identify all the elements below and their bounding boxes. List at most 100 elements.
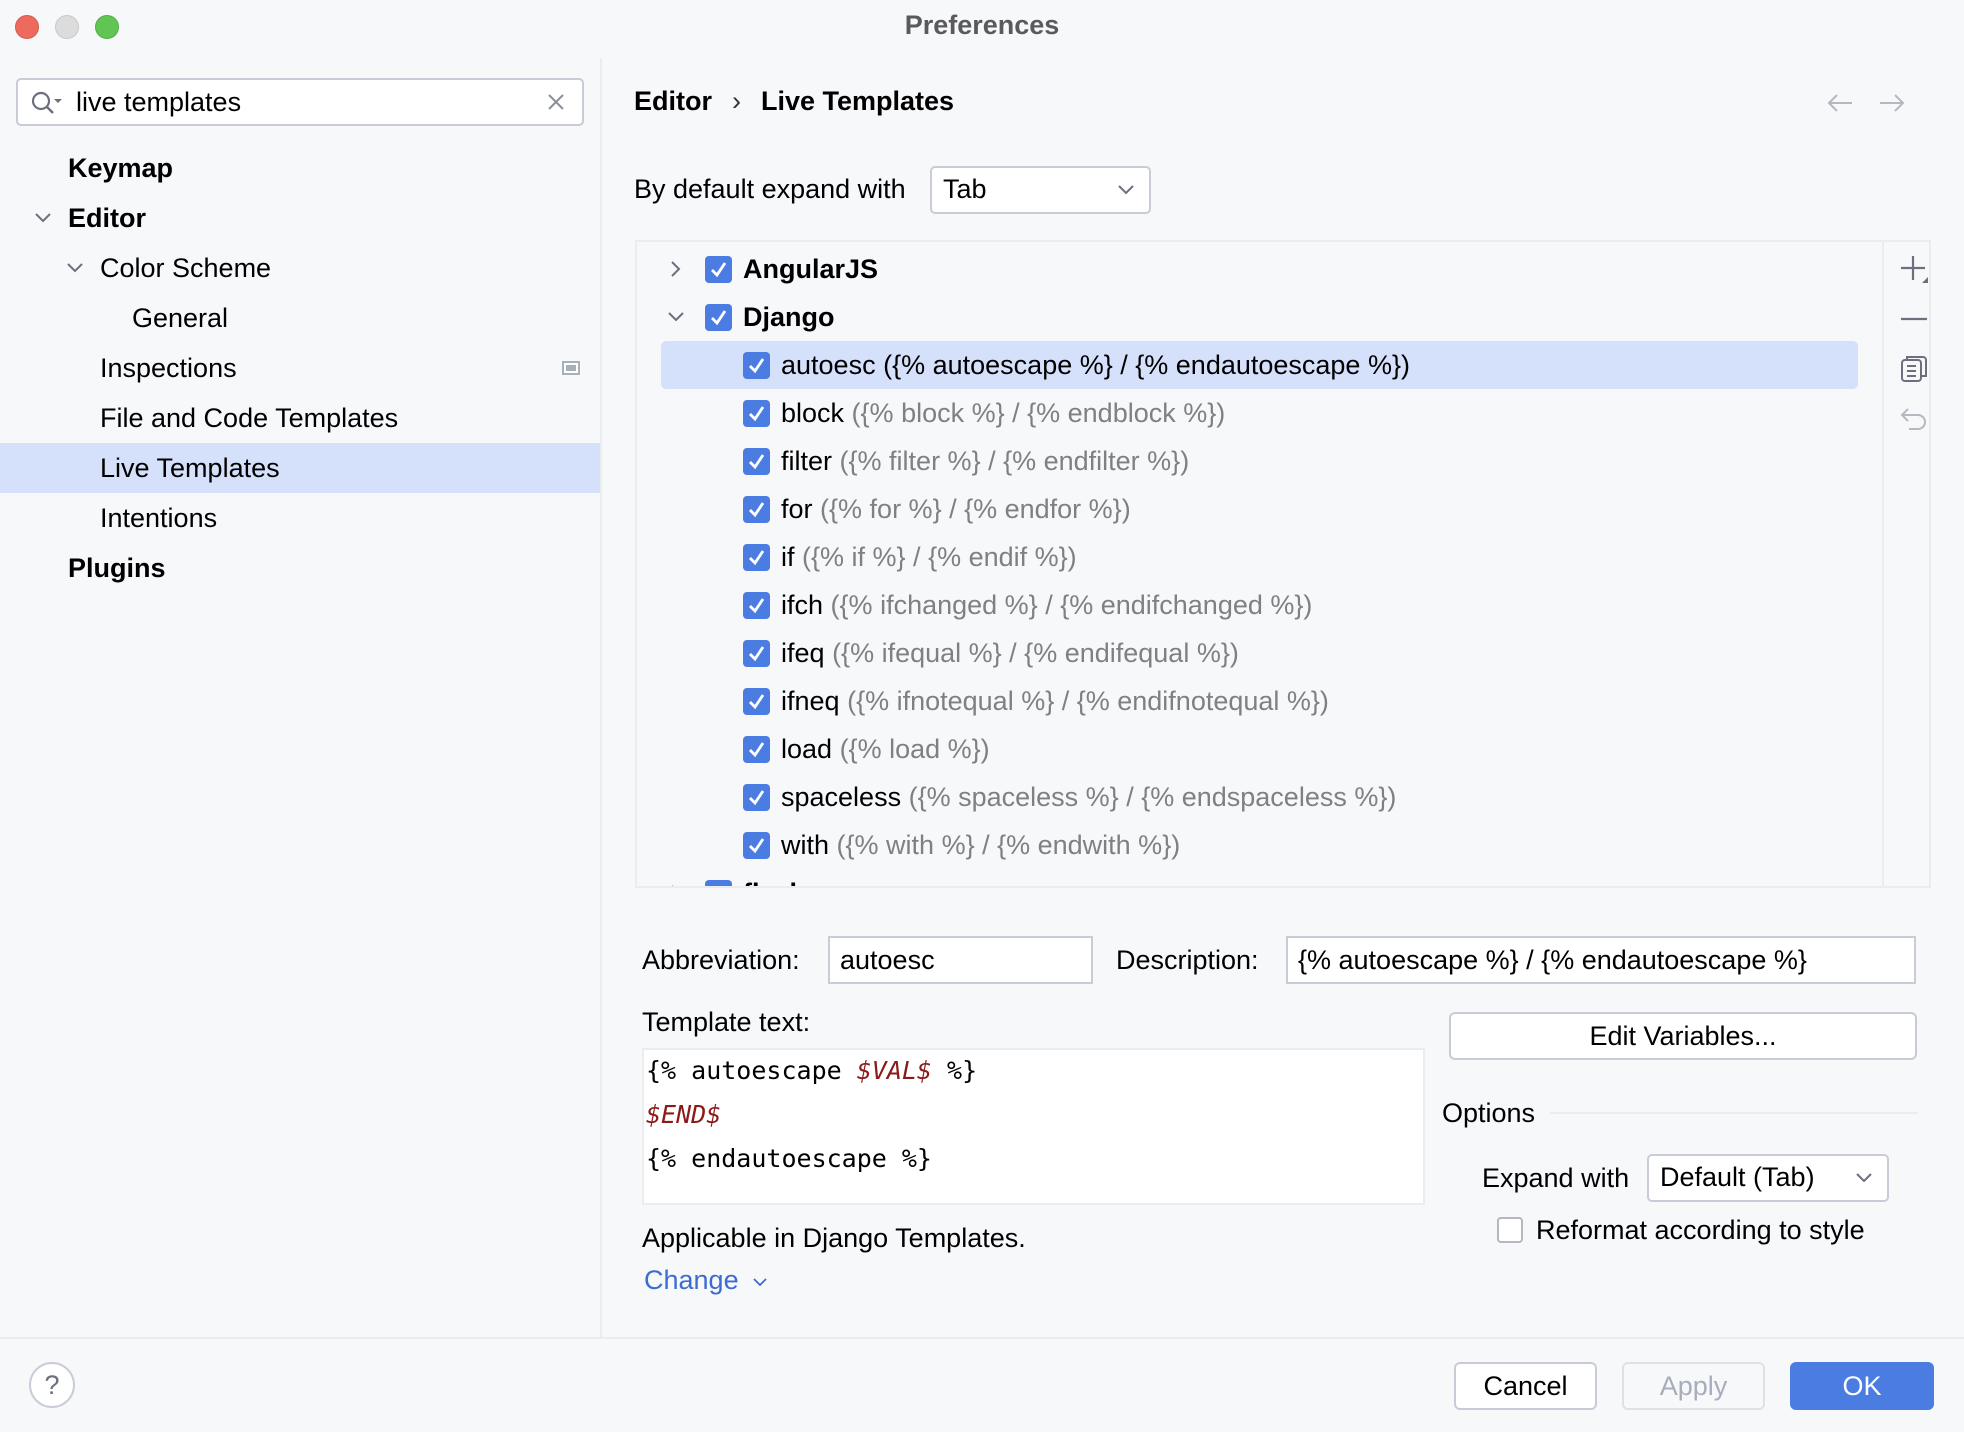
sidebar-item-label: General xyxy=(132,303,229,333)
template-text-editor[interactable]: {% autoescape $VAL$ %} $END$ {% endautoesc… xyxy=(642,1048,1425,1205)
breadcrumb: Editor › Live Templates xyxy=(634,86,954,117)
apply-button[interactable]: Apply xyxy=(1622,1362,1765,1410)
search-input[interactable] xyxy=(76,86,536,118)
template-item[interactable]: for ({% for %} / {% endfor %}) xyxy=(637,485,1877,533)
template-description: ({% ifchanged %} / {% endifchanged %}) xyxy=(830,590,1313,620)
sidebar-item-intentions[interactable]: Intentions xyxy=(0,493,600,543)
expand-with-value: Default (Tab) xyxy=(1660,1162,1815,1192)
sidebar-item-file-and-code-templates[interactable]: File and Code Templates xyxy=(0,393,600,443)
sidebar-item-color-scheme[interactable]: Color Scheme xyxy=(0,243,600,293)
template-item[interactable]: spaceless ({% spaceless %} / {% endspace… xyxy=(637,773,1877,821)
template-item[interactable]: if ({% if %} / {% endif %}) xyxy=(637,533,1877,581)
template-item[interactable]: ifeq ({% ifequal %} / {% endifequal %}) xyxy=(637,629,1877,677)
checkbox[interactable] xyxy=(743,832,770,859)
checkbox[interactable] xyxy=(743,592,770,619)
sidebar-item-live-templates[interactable]: Live Templates xyxy=(0,443,600,493)
checkmark-icon xyxy=(749,358,765,374)
template-label: spaceless ({% spaceless %} / {% endspace… xyxy=(781,773,1396,821)
reformat-checkbox[interactable] xyxy=(1497,1217,1523,1243)
template-label: AngularJS xyxy=(743,245,878,293)
change-link-label[interactable]: Change xyxy=(644,1265,739,1295)
template-item[interactable]: with ({% with %} / {% endwith %}) xyxy=(637,821,1877,869)
template-group-django[interactable]: Django xyxy=(637,293,1877,341)
checkmark-icon xyxy=(749,790,765,806)
template-description: ({% load %}) xyxy=(839,734,990,764)
template-code-text: {% endautoescape %} xyxy=(646,1144,932,1173)
chevron-down-icon xyxy=(1118,185,1134,195)
edit-variables-button[interactable]: Edit Variables... xyxy=(1449,1012,1917,1060)
chevron-right-icon[interactable] xyxy=(667,884,685,888)
checkbox[interactable] xyxy=(705,304,732,331)
chevron-down-icon[interactable] xyxy=(66,259,84,277)
template-label: if ({% if %} / {% endif %}) xyxy=(781,533,1077,581)
reformat-label[interactable]: Reformat according to style xyxy=(1536,1215,1865,1246)
template-label: filter ({% filter %} / {% endfilter %}) xyxy=(781,437,1189,485)
template-description: ({% block %} / {% endblock %}) xyxy=(851,398,1226,428)
template-abbreviation: filter xyxy=(781,446,833,476)
description-input[interactable] xyxy=(1288,938,1914,982)
checkbox[interactable] xyxy=(743,640,770,667)
chevron-down-icon[interactable] xyxy=(667,308,685,326)
breadcrumb-editor[interactable]: Editor xyxy=(634,86,712,116)
checkbox[interactable] xyxy=(743,352,770,379)
group-name: AngularJS xyxy=(743,254,879,284)
checkbox[interactable] xyxy=(743,688,770,715)
template-abbreviation: for xyxy=(781,494,813,524)
checkbox[interactable] xyxy=(705,880,732,886)
checkbox[interactable] xyxy=(743,400,770,427)
abbreviation-field[interactable] xyxy=(828,936,1093,984)
change-context-link[interactable]: Change xyxy=(644,1265,768,1296)
template-item[interactable]: autoesc ({% autoescape %} / {% endautoes… xyxy=(637,341,1877,389)
sidebar-item-plugins[interactable]: Plugins xyxy=(0,543,600,593)
chevron-down-icon[interactable] xyxy=(34,209,52,227)
template-item[interactable]: ifneq ({% ifnotequal %} / {% endifnotequ… xyxy=(637,677,1877,725)
restore-icon[interactable] xyxy=(1899,404,1929,434)
checkbox[interactable] xyxy=(743,448,770,475)
window-title: Preferences xyxy=(904,10,1060,40)
sidebar-item-keymap[interactable]: Keymap xyxy=(0,143,600,193)
template-item[interactable]: ifch ({% ifchanged %} / {% endifchanged … xyxy=(637,581,1877,629)
template-description: ({% ifequal %} / {% endifequal %}) xyxy=(832,638,1239,668)
help-button[interactable]: ? xyxy=(29,1362,75,1408)
checkbox[interactable] xyxy=(743,496,770,523)
template-item[interactable]: block ({% block %} / {% endblock %}) xyxy=(637,389,1877,437)
checkmark-icon xyxy=(711,262,727,278)
template-label: ifeq ({% ifequal %} / {% endifequal %}) xyxy=(781,629,1239,677)
remove-icon[interactable] xyxy=(1899,304,1929,334)
chevron-right-icon[interactable] xyxy=(667,260,685,278)
template-abbreviation: autoesc xyxy=(781,350,876,380)
template-group-angularjs[interactable]: AngularJS xyxy=(637,245,1877,293)
checkbox[interactable] xyxy=(743,784,770,811)
description-field[interactable] xyxy=(1286,936,1916,984)
expand-with-label: Expand with xyxy=(1482,1163,1630,1193)
copy-icon[interactable] xyxy=(1899,354,1929,384)
default-expand-select[interactable]: Tab xyxy=(930,166,1151,214)
checkmark-icon xyxy=(749,502,765,518)
sidebar-item-editor[interactable]: Editor xyxy=(0,193,600,243)
add-icon[interactable] xyxy=(1899,254,1929,284)
checkbox[interactable] xyxy=(743,736,770,763)
template-item[interactable]: load ({% load %}) xyxy=(637,725,1877,773)
ok-button[interactable]: OK xyxy=(1790,1362,1934,1410)
template-item[interactable]: filter ({% filter %} / {% endfilter %}) xyxy=(637,437,1877,485)
default-expand-label: By default expand with xyxy=(634,174,906,204)
sidebar-item-inspections[interactable]: Inspections xyxy=(0,343,600,393)
abbreviation-input[interactable] xyxy=(830,938,1091,982)
expand-with-select[interactable]: Default (Tab) xyxy=(1647,1154,1889,1202)
templates-list[interactable]: AngularJS Django autoesc ({% autoescape %}… xyxy=(635,240,1931,888)
abbreviation-label: Abbreviation: xyxy=(642,945,800,975)
template-description: ({% ifnotequal %} / {% endifnotequal %}) xyxy=(847,686,1329,716)
sidebar-divider[interactable] xyxy=(600,58,602,1338)
clear-search-icon[interactable] xyxy=(546,92,566,112)
search-field[interactable] xyxy=(16,78,584,126)
search-icon[interactable] xyxy=(30,90,64,116)
cancel-button[interactable]: Cancel xyxy=(1454,1362,1597,1410)
template-group-flask[interactable]: flask xyxy=(637,869,1877,888)
arrow-left-icon[interactable] xyxy=(1826,92,1854,114)
sidebar-item-general[interactable]: General xyxy=(0,293,600,343)
checkbox[interactable] xyxy=(743,544,770,571)
template-description: ({% spaceless %} / {% endspaceless %}) xyxy=(908,782,1397,812)
template-description: ({% with %} / {% endwith %}) xyxy=(836,830,1181,860)
arrow-right-icon[interactable] xyxy=(1878,92,1906,114)
checkbox[interactable] xyxy=(705,256,732,283)
